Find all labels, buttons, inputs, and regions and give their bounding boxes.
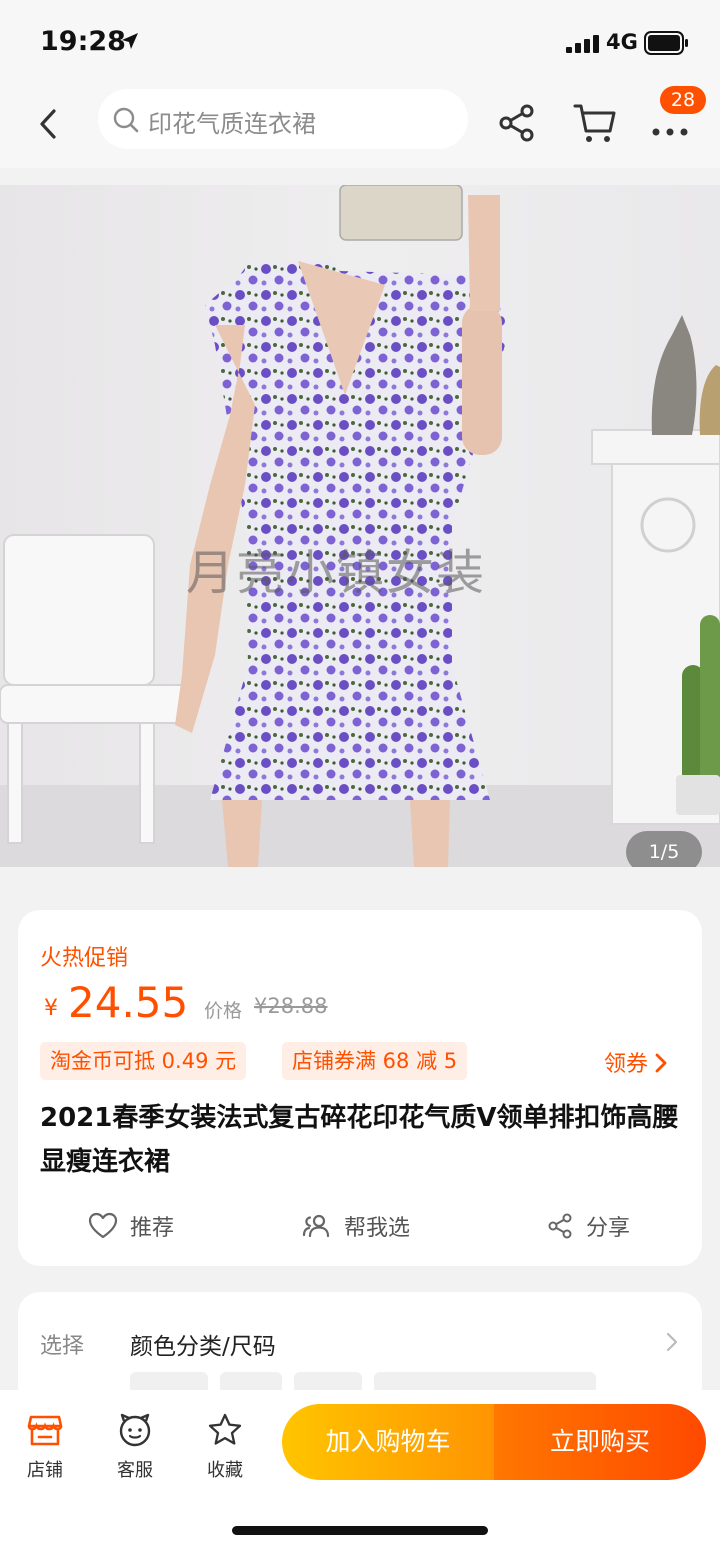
product-title: 2021春季女装法式复古碎花印花气质V领单排扣饰高腰显瘦连衣裙 bbox=[40, 1103, 679, 1177]
store-icon bbox=[27, 1415, 63, 1446]
share-label: 分享 bbox=[586, 1216, 631, 1241]
search-input[interactable]: 印花气质连衣裙 bbox=[98, 89, 468, 149]
help-choose-button[interactable]: 帮我选 bbox=[302, 1206, 410, 1246]
chevron-left-icon bbox=[40, 109, 56, 139]
location-arrow-icon bbox=[122, 33, 138, 49]
select-label: 选择 bbox=[40, 1334, 85, 1359]
status-time: 19:28 bbox=[40, 26, 126, 57]
favorite-label: 收藏 bbox=[207, 1460, 243, 1481]
service-icon bbox=[119, 1413, 151, 1447]
current-price: 24.55 bbox=[68, 978, 189, 1027]
recommend-button[interactable]: 推荐 bbox=[88, 1206, 174, 1246]
chevron-right-icon bbox=[666, 1332, 678, 1352]
favorite-tab[interactable]: 收藏 bbox=[190, 1410, 260, 1482]
store-tab[interactable]: 店铺 bbox=[10, 1410, 80, 1482]
nav-bar: 印花气质连衣裙 28 bbox=[0, 86, 720, 168]
home-indicator[interactable] bbox=[232, 1526, 488, 1535]
get-coupon-button[interactable]: 领券 bbox=[604, 1046, 668, 1078]
image-watermark: 月亮小镇女装 bbox=[186, 545, 487, 601]
customer-service-tab[interactable]: 客服 bbox=[100, 1410, 170, 1482]
share-icon bbox=[499, 104, 534, 142]
original-price: ¥28.88 bbox=[254, 994, 328, 1018]
help-choose-label: 帮我选 bbox=[344, 1216, 411, 1241]
heart-icon bbox=[88, 1212, 118, 1239]
message-count-badge: 28 bbox=[660, 86, 706, 114]
currency-symbol: ¥ bbox=[44, 996, 58, 1021]
back-button[interactable] bbox=[26, 100, 70, 148]
share-product-button[interactable]: 分享 bbox=[546, 1206, 630, 1246]
status-bar: 19:28 4G bbox=[0, 0, 720, 88]
share-icon bbox=[548, 1213, 572, 1239]
product-photo bbox=[0, 185, 720, 867]
network-type: 4G bbox=[606, 30, 638, 54]
store-label: 店铺 bbox=[27, 1460, 63, 1481]
chevron-right-icon bbox=[655, 1053, 667, 1073]
search-placeholder: 印花气质连衣裙 bbox=[148, 110, 316, 138]
select-value: 颜色分类/尺码 bbox=[130, 1334, 276, 1360]
recommend-label: 推荐 bbox=[130, 1216, 175, 1241]
product-info-card: 火热促销 ¥ 24.55 价格 ¥28.88 淘金币可抵 0.49 元 店铺券满… bbox=[18, 910, 702, 1266]
image-page-indicator: 1/5 bbox=[626, 831, 702, 867]
product-image-gallery[interactable]: 月亮小镇女装 1/5 bbox=[0, 185, 720, 867]
battery-icon bbox=[644, 31, 688, 55]
star-icon bbox=[208, 1413, 242, 1445]
promo-tag: 火热促销 bbox=[40, 946, 129, 971]
search-icon bbox=[113, 107, 139, 133]
cart-button[interactable] bbox=[572, 100, 618, 150]
coupon-tag[interactable]: 淘金币可抵 0.49 元 bbox=[40, 1042, 247, 1080]
add-to-cart-button[interactable]: 加入购物车 bbox=[282, 1404, 494, 1480]
cart-icon bbox=[573, 104, 616, 142]
people-icon bbox=[302, 1214, 330, 1238]
service-label: 客服 bbox=[117, 1460, 153, 1481]
buy-now-button[interactable]: 立即购买 bbox=[494, 1404, 706, 1480]
get-coupon-label: 领券 bbox=[604, 1052, 649, 1077]
share-button[interactable] bbox=[496, 102, 538, 148]
coupon-tag[interactable]: 店铺券满 68 减 5 bbox=[282, 1042, 468, 1080]
signal-icon bbox=[566, 35, 599, 53]
product-actions: 推荐 帮我选 分享 bbox=[18, 1206, 702, 1246]
original-price-label: 价格 bbox=[204, 1000, 243, 1022]
